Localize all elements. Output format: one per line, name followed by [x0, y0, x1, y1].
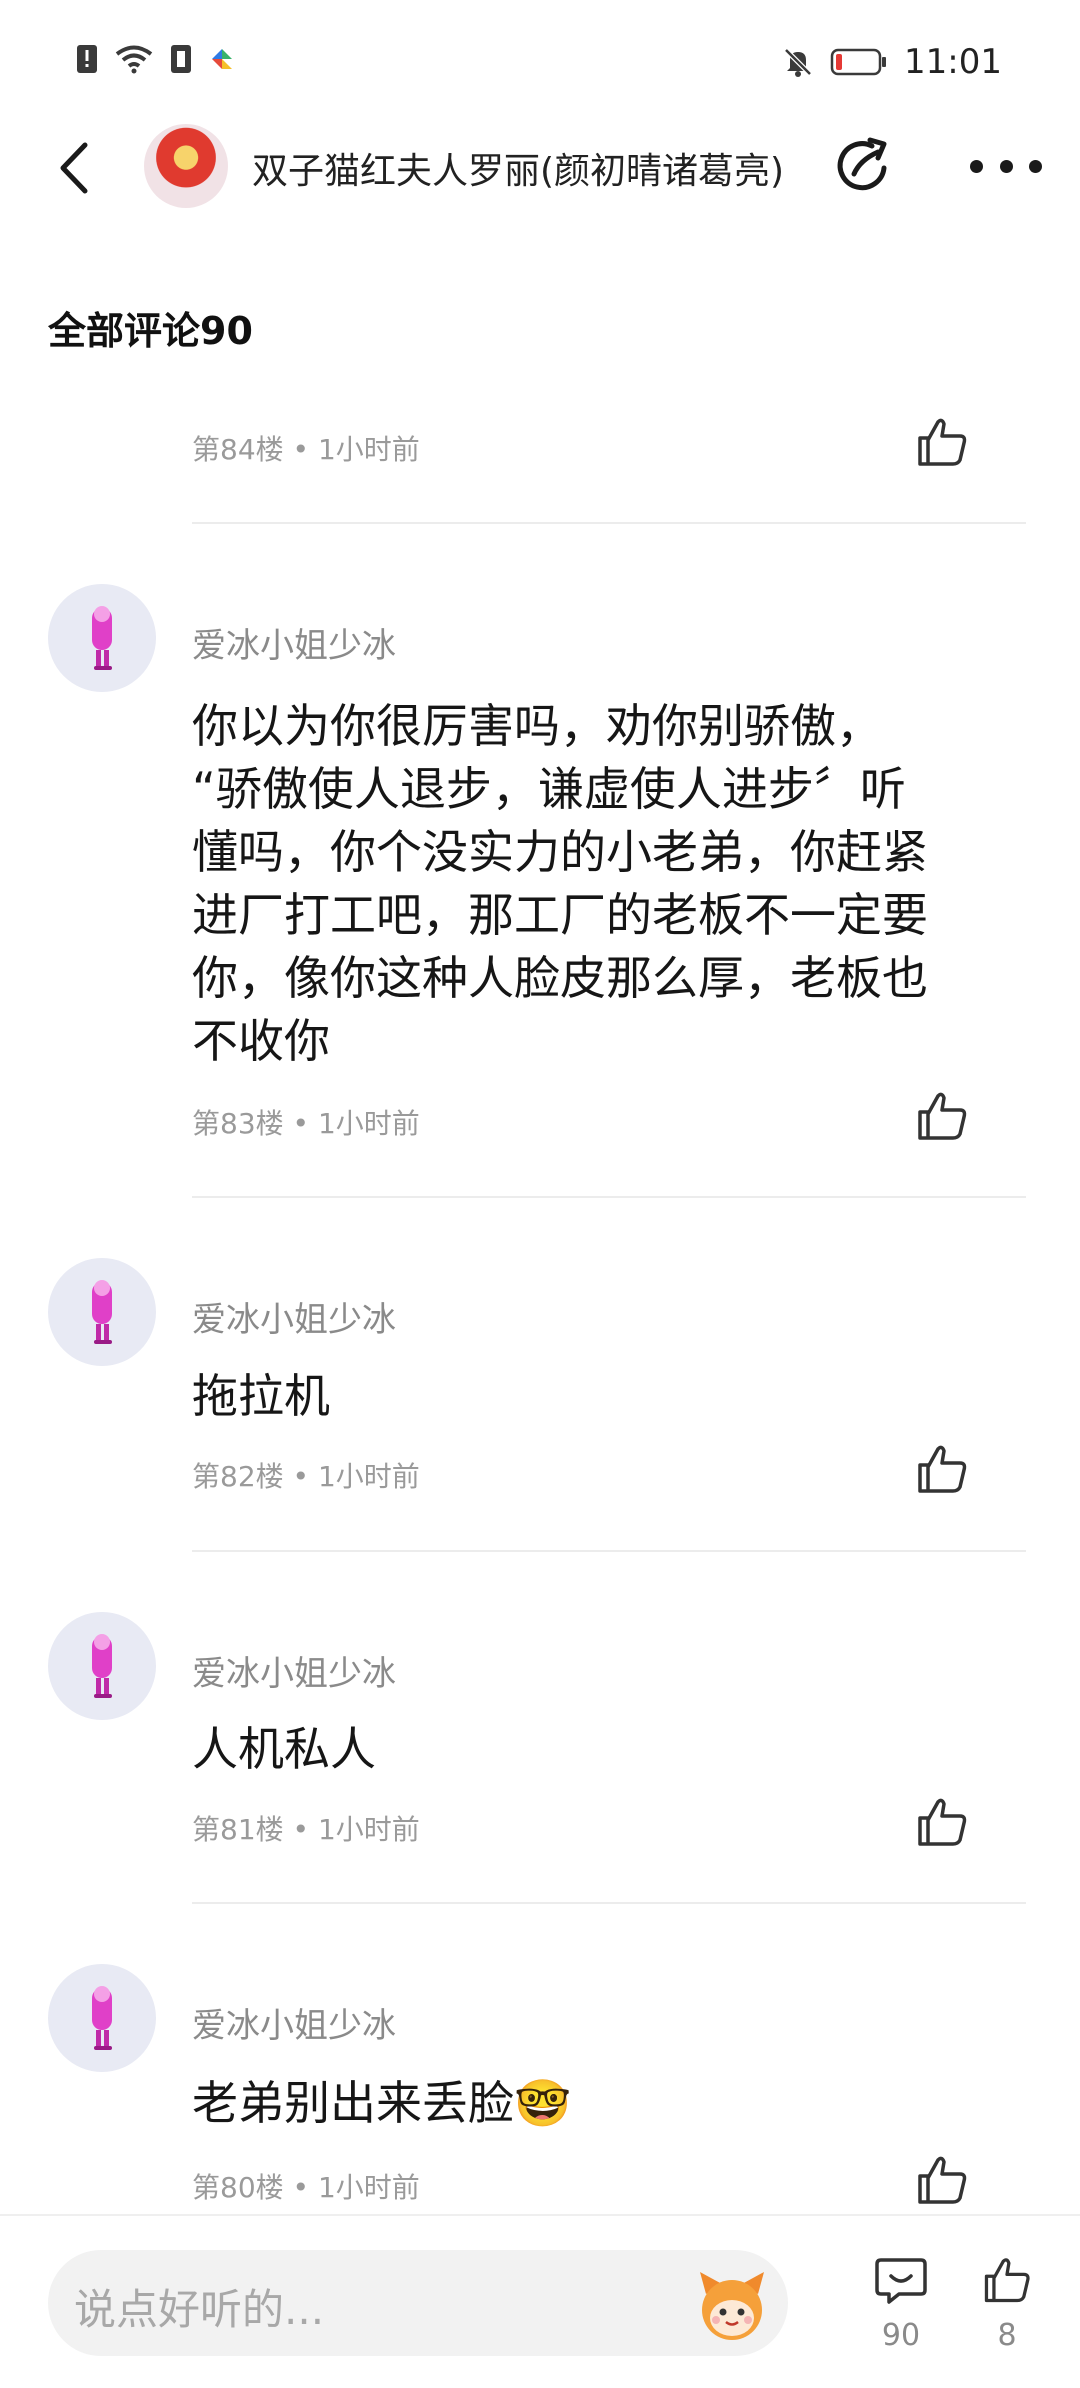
thumbs-up-icon [918, 1092, 967, 1140]
avatar[interactable] [48, 584, 156, 692]
bottom-bar: 说点好听的... 90 8 [0, 2214, 1080, 2388]
comment-input-placeholder: 说点好听的... [74, 2285, 325, 2334]
mute-bell-icon [782, 46, 814, 78]
divider [192, 522, 1026, 524]
like-button[interactable] [912, 412, 972, 472]
app-notify-icon [208, 45, 236, 73]
thumbs-up-icon [918, 2156, 967, 2204]
back-icon [60, 142, 88, 194]
status-bar: 11:01 [0, 0, 1080, 120]
comment-username[interactable]: 爱冰小姐少冰 [192, 618, 396, 667]
like-button[interactable] [912, 1792, 972, 1852]
sim-icon [170, 44, 192, 74]
avatar[interactable] [48, 1258, 156, 1366]
mascot-emoji-button[interactable] [692, 2264, 772, 2344]
share-icon [837, 137, 887, 191]
like-count: 8 [997, 2318, 1017, 2353]
avatar[interactable] [48, 1964, 156, 2072]
comment-meta: 第82楼 • 1小时前 [192, 1460, 420, 1493]
thumbs-up-icon [918, 1798, 967, 1846]
like-button[interactable] [912, 2150, 972, 2210]
comment-text: 人机私人 [192, 1722, 376, 1776]
alert-sim-icon [76, 44, 98, 74]
status-right: 11:01 [782, 42, 1002, 82]
thumbs-up-icon [918, 1445, 967, 1493]
comment-meta: 第83楼 • 1小时前 [192, 1107, 420, 1140]
post-like-button[interactable]: 8 [972, 2252, 1042, 2353]
post-header: 双子猫红夫人罗丽(颜初晴诸葛亮) [0, 118, 1080, 218]
comment-text: 老弟别出来丢脸🤓 [192, 2076, 572, 2130]
wifi-icon [114, 44, 154, 74]
share-button[interactable] [832, 134, 896, 198]
comment-text: 你以为你很厉害吗，劝你别骄傲， “骄傲使人退步，谦虚使人进步〞听 懂吗，你个没实… [192, 699, 928, 1068]
comment-input[interactable]: 说点好听的... [48, 2250, 788, 2356]
divider [192, 1196, 1026, 1198]
battery-icon [830, 47, 888, 77]
comments-button[interactable]: 90 [866, 2252, 936, 2353]
more-icon [970, 159, 983, 173]
thumbs-up-icon [984, 2258, 1030, 2303]
author-avatar[interactable] [144, 124, 228, 208]
back-button[interactable] [50, 140, 98, 196]
comment-username[interactable]: 爱冰小姐少冰 [192, 1998, 396, 2047]
status-time: 11:01 [904, 42, 1002, 82]
divider [192, 1550, 1026, 1552]
more-button[interactable] [970, 136, 1042, 196]
like-button[interactable] [912, 1086, 972, 1146]
comment-username[interactable]: 爱冰小姐少冰 [192, 1646, 396, 1695]
comment-meta: 第84楼 • 1小时前 [192, 433, 420, 466]
comment-count: 90 [881, 2318, 921, 2353]
author-name[interactable]: 双子猫红夫人罗丽(颜初晴诸葛亮) [252, 142, 784, 194]
comment-meta: 第80楼 • 1小时前 [192, 2171, 420, 2204]
comment-meta: 第81楼 • 1小时前 [192, 1813, 420, 1846]
comment-text: 拖拉机 [192, 1369, 330, 1423]
comment-username[interactable]: 爱冰小姐少冰 [192, 1292, 396, 1341]
comment-bubble-icon [875, 2258, 927, 2304]
divider [192, 1902, 1026, 1904]
status-left [76, 44, 236, 74]
thumbs-up-icon [918, 418, 967, 466]
like-button[interactable] [912, 1439, 972, 1499]
comments-section-title: 全部评论90 [48, 309, 253, 353]
avatar[interactable] [48, 1612, 156, 1720]
